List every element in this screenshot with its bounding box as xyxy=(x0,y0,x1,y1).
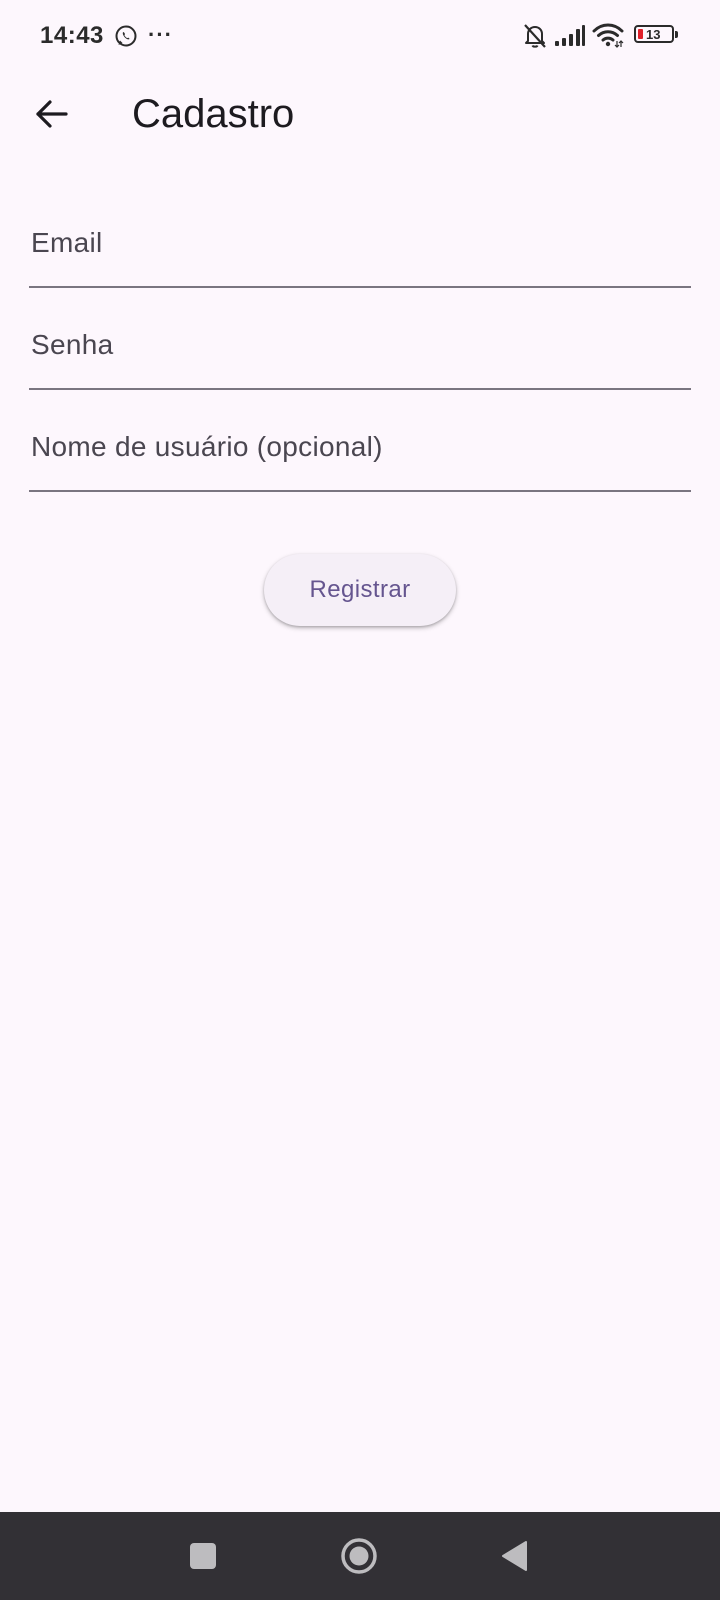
whatsapp-icon xyxy=(115,25,137,47)
battery-icon: 13 xyxy=(634,24,680,46)
arrow-left-icon xyxy=(36,100,68,128)
battery-level: 13 xyxy=(646,27,661,42)
app-bar: Cadastro xyxy=(0,72,720,156)
system-nav-bar xyxy=(0,1512,720,1600)
circle-home-icon xyxy=(341,1538,377,1574)
home-button[interactable] xyxy=(335,1532,383,1580)
email-field xyxy=(29,200,691,290)
email-input[interactable] xyxy=(29,200,691,288)
battery-fill xyxy=(638,29,643,39)
page-title: Cadastro xyxy=(132,92,295,136)
recents-button[interactable] xyxy=(179,1532,227,1580)
more-notifications-indicator: ··· xyxy=(148,22,173,47)
wifi-icon xyxy=(592,23,624,48)
status-time: 14:43 xyxy=(40,22,104,49)
status-bar: 14:43 ··· 13 xyxy=(0,0,720,72)
bell-off-icon xyxy=(524,24,546,48)
password-input[interactable] xyxy=(29,302,691,390)
triangle-back-icon xyxy=(502,1541,527,1571)
square-recents-icon xyxy=(190,1543,216,1569)
password-field xyxy=(29,302,691,392)
back-button[interactable] xyxy=(26,88,78,140)
battery-tip xyxy=(675,31,678,38)
battery-body: 13 xyxy=(634,25,674,43)
nav-back-button[interactable] xyxy=(491,1532,539,1580)
username-field xyxy=(29,404,691,494)
username-input[interactable] xyxy=(29,404,691,492)
register-button[interactable]: Registrar xyxy=(264,554,456,626)
signal-icon xyxy=(555,25,585,46)
